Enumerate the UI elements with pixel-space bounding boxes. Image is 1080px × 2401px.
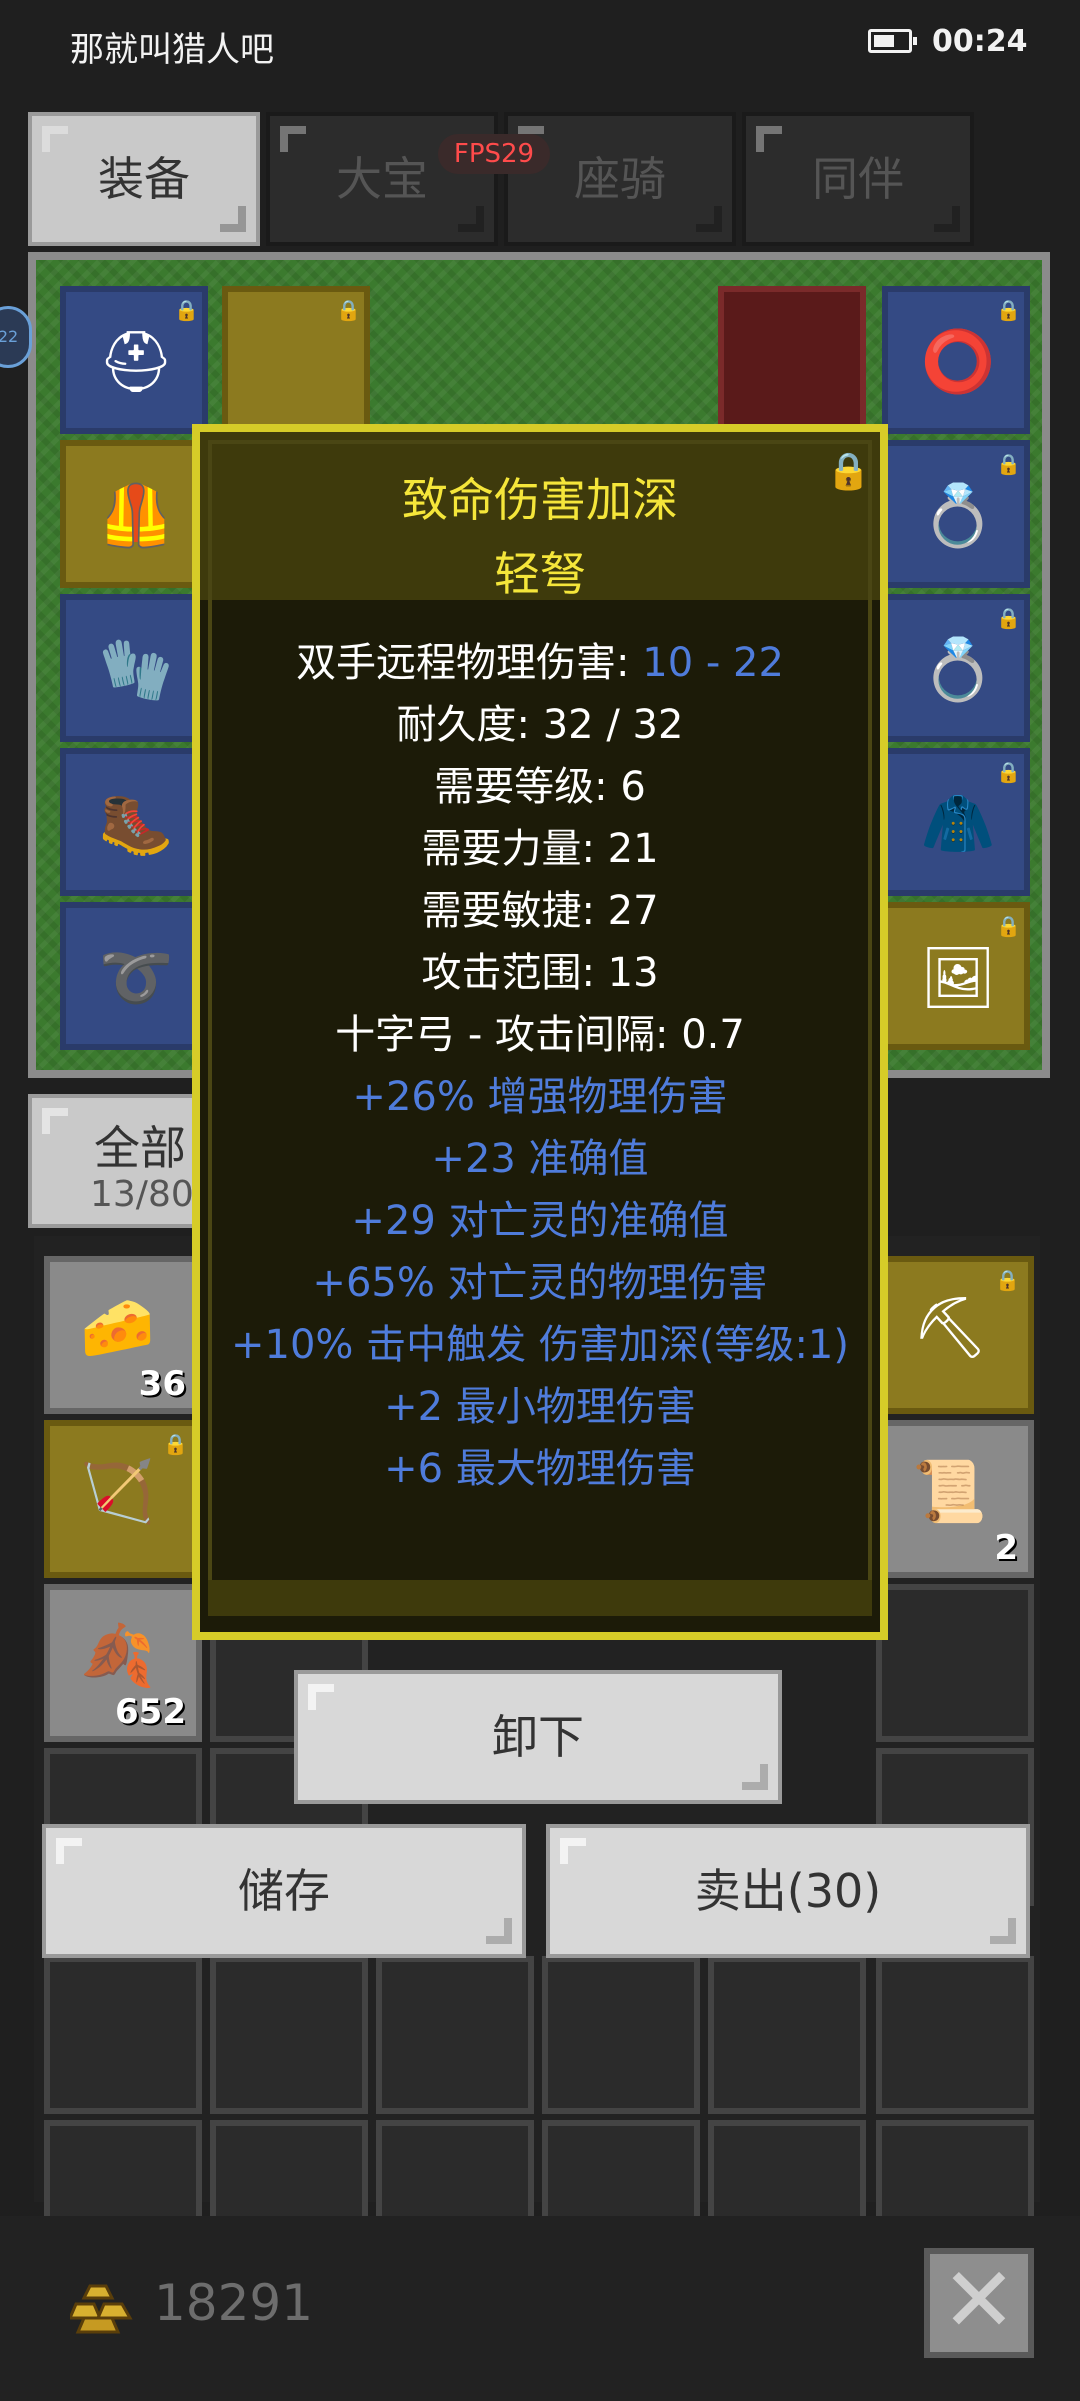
stat-value: 10 - 22	[642, 640, 784, 686]
equip-slot-shield[interactable]	[718, 286, 866, 434]
gloves-icon: 🧤	[98, 635, 174, 705]
pickaxe-icon: ⛏	[912, 1293, 989, 1363]
tab-mount[interactable]: 座骑	[504, 112, 736, 246]
ring-icon: 💍	[920, 481, 996, 551]
inventory-cell[interactable]	[876, 1956, 1034, 2114]
tab-treasure[interactable]: 大宝	[266, 112, 498, 246]
inventory-cell[interactable]: 🍂 652	[44, 1584, 202, 1742]
lock-icon[interactable]: 🔒	[826, 450, 871, 492]
equip-slot-ring-2[interactable]: 🔒 💍	[882, 594, 1030, 742]
store-label: 储存	[238, 1864, 330, 1918]
status-title: 那就叫猎人吧	[70, 30, 274, 70]
store-button[interactable]: 储存	[42, 1824, 526, 1958]
stat-line: 十字弓 - 攻击间隔: 0.7	[335, 1012, 745, 1058]
boots-icon: 🥾	[98, 789, 174, 859]
sell-label: 卖出(30)	[694, 1864, 882, 1918]
gold-amount: 18291	[154, 2274, 314, 2332]
battery-icon	[868, 29, 917, 53]
close-icon: ✕	[941, 2248, 1017, 2353]
inventory-cell[interactable]: 📜 2	[876, 1420, 1034, 1578]
sell-button[interactable]: 卖出(30)	[546, 1824, 1030, 1958]
lock-icon: 🔒	[163, 1432, 188, 1456]
lock-icon: 🔒	[995, 1268, 1020, 1292]
stat-line: 需要等级: 6	[434, 764, 646, 810]
item-tooltip-footer	[208, 1580, 872, 1616]
equip-slot-belt[interactable]: ➰	[60, 902, 208, 1050]
inventory-cell[interactable]	[44, 1956, 202, 2114]
stat-line: 需要力量: 21	[421, 826, 659, 872]
clock: 00:24	[932, 24, 1028, 59]
affix-line: +29 对亡灵的准确值	[351, 1198, 729, 1244]
helmet-icon: ⛑	[97, 327, 175, 397]
equip-slot-boots[interactable]: 🥾	[60, 748, 208, 896]
item-quantity: 652	[115, 1692, 186, 1732]
affix-line: +6 最大物理伤害	[384, 1446, 696, 1492]
tab-equipment[interactable]: 装备	[28, 112, 260, 246]
belt-icon: ➰	[98, 943, 174, 1013]
leaf-icon: 🍂	[80, 1621, 155, 1691]
affix-line: +65% 对亡灵的物理伤害	[312, 1260, 768, 1306]
unequip-label: 卸下	[492, 1710, 584, 1764]
equip-slot-weapon[interactable]: 🔒	[222, 286, 370, 434]
close-button[interactable]: ✕	[924, 2248, 1034, 2358]
cloak-icon: 🧥	[920, 789, 996, 859]
inventory-cell[interactable]: 🔒 ⛏	[876, 1256, 1034, 1414]
affix-line: +2 最小物理伤害	[384, 1384, 696, 1430]
item-name: 轻弩	[494, 547, 586, 601]
gold-coins-icon	[70, 2284, 133, 2334]
equip-slot-necklace[interactable]: 🔒 ⭕	[882, 286, 1030, 434]
inventory-cell[interactable]: 🧀 36	[44, 1256, 202, 1414]
lock-icon: 🔒	[996, 760, 1021, 784]
inventory-cell[interactable]	[542, 1956, 700, 2114]
equip-slot-cloak[interactable]: 🔒 🧥	[882, 748, 1030, 896]
unequip-button[interactable]: 卸下	[294, 1670, 782, 1804]
equip-slot-helmet[interactable]: 🔒 ⛑	[60, 286, 208, 434]
affix-line: +23 准确值	[431, 1136, 649, 1182]
stat-line: 耐久度: 32 / 32	[396, 702, 684, 748]
stat-line: 双手远程物理伤害: 10 - 22	[192, 630, 888, 688]
tab-companion-label: 同伴	[812, 152, 904, 206]
inventory-filter-label: 全部	[94, 1121, 186, 1175]
inventory-cell[interactable]	[876, 1584, 1034, 1742]
stat-line: 攻击范围: 13	[421, 950, 659, 996]
inventory-cell[interactable]	[210, 1956, 368, 2114]
ring-icon: 💍	[920, 635, 996, 705]
gold-ore-icon: 🧀	[80, 1293, 155, 1363]
lock-icon: 🔒	[996, 606, 1021, 630]
item-quantity: 36	[138, 1364, 186, 1404]
fps-counter: FPS29	[438, 134, 550, 174]
equip-slot-charm[interactable]: 🔒 🖼	[882, 902, 1030, 1050]
stat-label: 双手远程物理伤害:	[296, 640, 643, 686]
inventory-cell[interactable]: 🔒 🏹	[44, 1420, 202, 1578]
tab-mount-label: 座骑	[574, 152, 666, 206]
scroll-icon: 📜	[912, 1457, 987, 1527]
lock-icon: 🔒	[996, 298, 1021, 322]
item-quantity: 2	[994, 1528, 1018, 1568]
lock-icon: 🔒	[996, 914, 1021, 938]
equip-slot-gloves[interactable]: 🧤	[60, 594, 208, 742]
inventory-cell[interactable]	[708, 1956, 866, 2114]
stat-line: 需要敏捷: 27	[421, 888, 659, 934]
equip-slot-armor[interactable]: 🦺	[60, 440, 208, 588]
status-bar: 那就叫猎人吧 00:24	[0, 0, 1080, 88]
lock-icon: 🔒	[996, 452, 1021, 476]
bow-icon: 🏹	[80, 1457, 155, 1527]
lock-icon: 🔒	[174, 298, 199, 322]
tab-companion[interactable]: 同伴	[742, 112, 974, 246]
equip-slot-ring-1[interactable]: 🔒 💍	[882, 440, 1030, 588]
lock-icon: 🔒	[336, 298, 361, 322]
necklace-icon: ⭕	[920, 327, 996, 397]
portrait-icon: 🖼	[919, 943, 997, 1013]
tab-equipment-label: 装备	[98, 152, 190, 206]
inventory-count: 13/80	[90, 1174, 194, 1215]
item-prefix-title: 致命伤害加深	[402, 473, 678, 527]
affix-line: +10% 击中触发 伤害加深(等级:1)	[231, 1322, 849, 1368]
armor-icon: 🦺	[98, 481, 174, 551]
inventory-cell[interactable]	[376, 1956, 534, 2114]
tab-treasure-label: 大宝	[336, 152, 428, 206]
affix-line: +26% 增强物理伤害	[352, 1074, 728, 1120]
